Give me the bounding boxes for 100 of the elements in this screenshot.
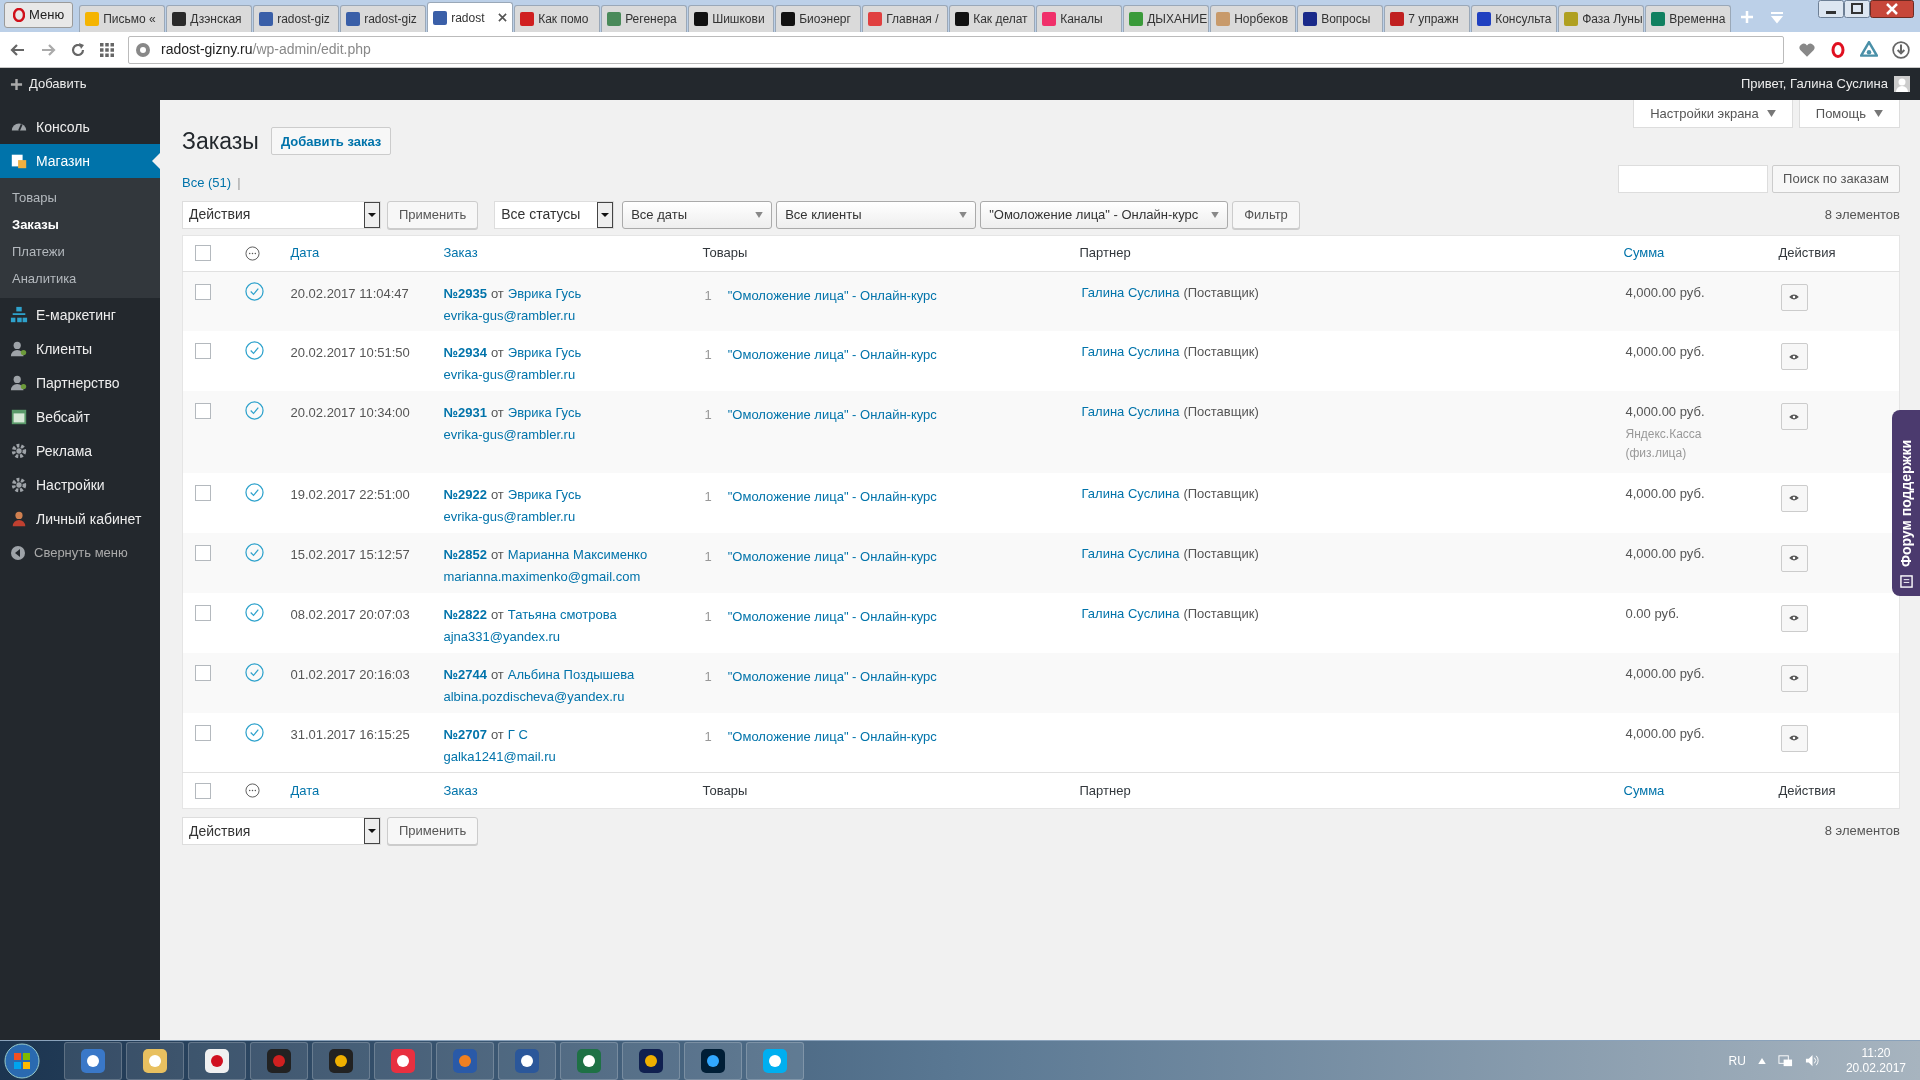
view-order-button[interactable] bbox=[1780, 604, 1808, 632]
checkbox[interactable] bbox=[195, 782, 211, 799]
view-order-button[interactable] bbox=[1780, 724, 1808, 752]
taskbar-app-button[interactable] bbox=[64, 1041, 122, 1080]
customer-link[interactable]: Татьяна смотрова bbox=[507, 606, 617, 622]
browser-tab[interactable]: Как помо bbox=[514, 5, 601, 32]
email-link[interactable]: evrika-gus@rambler.ru bbox=[443, 424, 576, 446]
address-field[interactable]: radost-gizny.ru/wp-admin/edit.php bbox=[128, 35, 1784, 64]
partner-link[interactable]: Галина Суслина bbox=[1081, 344, 1180, 359]
view-order-button[interactable] bbox=[1780, 544, 1808, 572]
search-orders-button[interactable]: Поиск по заказам bbox=[1772, 164, 1900, 193]
dropdown[interactable]: Все статусы bbox=[494, 200, 615, 229]
view-order-button[interactable] bbox=[1780, 283, 1808, 311]
order-number-link[interactable]: №2744 bbox=[443, 666, 487, 682]
email-link[interactable]: evrika-gus@rambler.ru bbox=[443, 505, 576, 528]
browser-tab[interactable]: Биоэнерг bbox=[775, 5, 862, 32]
speed-dial-icon[interactable] bbox=[100, 42, 114, 57]
partner-link[interactable]: Галина Суслина bbox=[1081, 605, 1180, 621]
browser-tab[interactable]: Каналы bbox=[1036, 5, 1123, 32]
column-header-link[interactable]: Дата bbox=[290, 245, 320, 261]
taskbar-app-button[interactable] bbox=[746, 1041, 804, 1080]
screen-meta-button[interactable]: Помощь bbox=[1798, 100, 1900, 128]
customer-link[interactable]: Эврика Гусь bbox=[507, 285, 582, 301]
column-header-link[interactable]: Сумма bbox=[1623, 245, 1665, 261]
filter-link[interactable]: Все (51) bbox=[182, 173, 232, 193]
checkbox[interactable] bbox=[195, 724, 211, 741]
browser-tab[interactable]: Дзэнская bbox=[166, 5, 253, 32]
product-link[interactable]: "Омоложение лица" - Онлайн-курс bbox=[727, 728, 937, 744]
partner-link[interactable]: Галина Суслина bbox=[1081, 485, 1180, 501]
dropdown[interactable]: Действия bbox=[182, 200, 381, 229]
product-link[interactable]: "Омоложение лица" - Онлайн-курс bbox=[727, 488, 937, 504]
browser-tab[interactable]: ДЫХАНИЕ bbox=[1123, 5, 1210, 32]
taskbar-app-button[interactable] bbox=[374, 1041, 432, 1080]
sidebar-item[interactable]: Вебсайт bbox=[0, 400, 160, 434]
filter-button[interactable]: Применить bbox=[387, 200, 479, 229]
customer-link[interactable]: Г С bbox=[507, 726, 528, 742]
product-link[interactable]: "Омоложение лица" - Онлайн-курс bbox=[727, 407, 937, 422]
column-header-link[interactable]: Дата bbox=[290, 782, 320, 798]
customer-link[interactable]: Марианна Максименко bbox=[507, 546, 648, 562]
sidebar-item[interactable]: Е-маркетинг bbox=[0, 298, 160, 332]
download-icon[interactable] bbox=[1892, 40, 1910, 59]
column-header-link[interactable]: Заказ bbox=[443, 782, 478, 798]
email-link[interactable]: ajna331@yandex.ru bbox=[443, 625, 561, 648]
checkbox[interactable] bbox=[195, 664, 211, 681]
checkbox[interactable] bbox=[195, 484, 211, 501]
triangle-icon[interactable] bbox=[1860, 40, 1878, 59]
filter-button[interactable]: Применить bbox=[387, 817, 479, 845]
customer-link[interactable]: Эврика Гусь bbox=[507, 345, 582, 360]
order-number-link[interactable]: №2934 bbox=[443, 345, 487, 360]
sidebar-item[interactable]: Личный кабинет bbox=[0, 502, 160, 536]
sidebar-item[interactable]: Реклама bbox=[0, 434, 160, 468]
view-order-button[interactable] bbox=[1780, 484, 1808, 512]
browser-tab[interactable]: radost-giz bbox=[253, 5, 340, 32]
submenu-item[interactable]: Платежи bbox=[0, 238, 160, 265]
partner-link[interactable]: Галина Суслина bbox=[1081, 284, 1180, 300]
column-header-link[interactable]: Заказ bbox=[443, 245, 478, 261]
email-link[interactable]: galka1241@mail.ru bbox=[443, 745, 556, 768]
view-order-button[interactable] bbox=[1780, 403, 1808, 430]
browser-tab[interactable]: Регенера bbox=[601, 5, 688, 32]
account-link[interactable]: Привет, Галина Суслина bbox=[1740, 74, 1910, 94]
product-link[interactable]: "Омоложение лица" - Онлайн-курс bbox=[727, 608, 937, 624]
browser-tab[interactable]: Письмо « bbox=[79, 5, 166, 32]
browser-tab[interactable]: Норбеков bbox=[1210, 5, 1297, 32]
order-number-link[interactable]: №2935 bbox=[443, 285, 487, 301]
dropdown[interactable]: Действия bbox=[182, 817, 381, 845]
browser-tab[interactable]: radost bbox=[427, 2, 514, 32]
reload-icon[interactable] bbox=[70, 41, 86, 58]
order-number-link[interactable]: №2931 bbox=[443, 405, 487, 420]
submenu-item[interactable]: Товары bbox=[0, 184, 160, 211]
email-link[interactable]: evrika-gus@rambler.ru bbox=[443, 364, 576, 386]
checkbox[interactable] bbox=[195, 604, 211, 621]
screen-meta-button[interactable]: Настройки экрана bbox=[1633, 100, 1793, 128]
product-link[interactable]: "Омоложение лица" - Онлайн-курс bbox=[727, 347, 937, 362]
collapse-menu-button[interactable]: Свернуть меню bbox=[0, 536, 160, 570]
taskbar-app-button[interactable] bbox=[560, 1041, 618, 1080]
email-link[interactable]: evrika-gus@rambler.ru bbox=[443, 304, 576, 327]
back-icon[interactable] bbox=[10, 41, 26, 58]
checkbox[interactable] bbox=[195, 544, 211, 561]
taskbar-app-button[interactable] bbox=[684, 1041, 742, 1080]
checkbox[interactable] bbox=[195, 283, 211, 300]
site-info-icon[interactable] bbox=[135, 41, 151, 58]
partner-link[interactable]: Галина Суслина bbox=[1081, 404, 1180, 419]
taskbar-app-button[interactable] bbox=[498, 1041, 556, 1080]
browser-tab[interactable]: radost-giz bbox=[340, 5, 427, 32]
close-icon[interactable] bbox=[498, 13, 508, 22]
add-order-button[interactable]: Добавить заказ bbox=[270, 127, 392, 156]
product-link[interactable]: "Омоложение лица" - Онлайн-курс bbox=[727, 668, 937, 684]
taskbar-app-button[interactable] bbox=[126, 1041, 184, 1080]
partner-link[interactable]: Галина Суслина bbox=[1081, 545, 1180, 561]
sidebar-item[interactable]: Консоль bbox=[0, 110, 160, 144]
taskbar-app-button[interactable] bbox=[188, 1041, 246, 1080]
browser-tab[interactable]: 7 упражн bbox=[1384, 5, 1471, 32]
search-field[interactable] bbox=[1618, 164, 1769, 193]
customer-link[interactable]: Эврика Гусь bbox=[507, 486, 582, 502]
email-link[interactable]: marianna.maximenko@gmail.com bbox=[443, 565, 641, 588]
browser-tab[interactable]: Главная / bbox=[862, 5, 949, 32]
filter-button[interactable]: Фильтр bbox=[1232, 200, 1300, 229]
checkbox[interactable] bbox=[195, 403, 211, 419]
view-order-button[interactable] bbox=[1780, 343, 1808, 370]
customer-link[interactable]: Эврика Гусь bbox=[507, 405, 582, 420]
